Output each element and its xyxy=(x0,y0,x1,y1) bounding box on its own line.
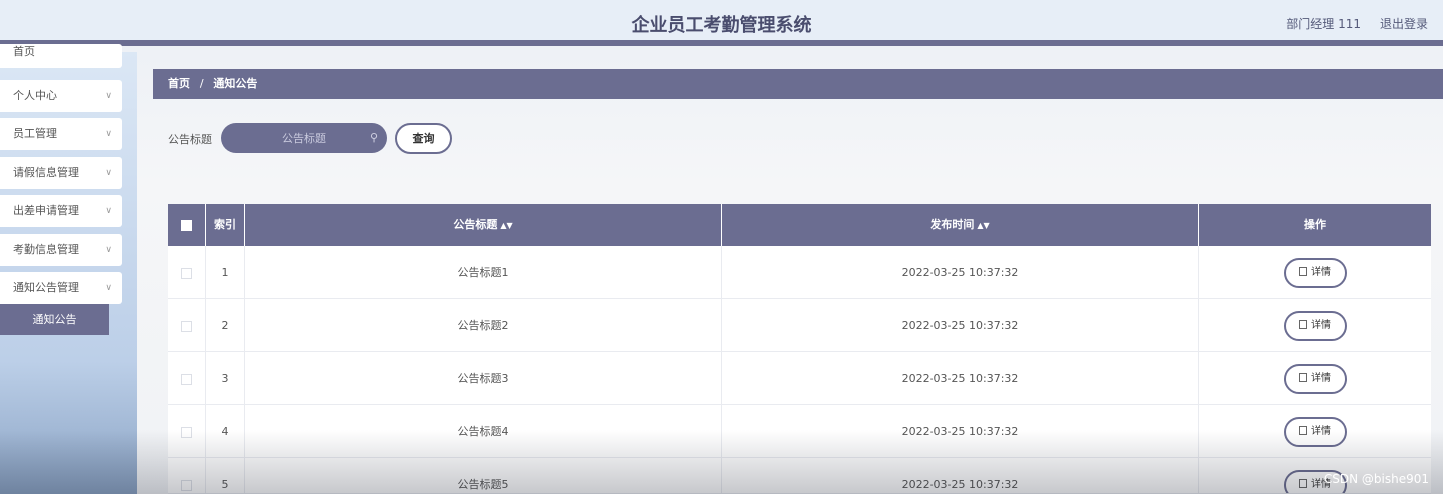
row-time: 2022-03-25 10:37:32 xyxy=(722,246,1199,299)
column-header-action: 操作 xyxy=(1304,218,1326,231)
detail-button[interactable]: 详情 xyxy=(1283,258,1347,288)
row-index: 3 xyxy=(206,352,245,405)
breadcrumb-home[interactable]: 首页 xyxy=(168,77,190,90)
table-row: 4 公告标题4 2022-03-25 10:37:32 详情 xyxy=(168,405,1431,458)
sidebar-item-label: 个人中心 xyxy=(13,89,57,102)
sidebar-item-label: 员工管理 xyxy=(13,127,57,140)
row-checkbox[interactable] xyxy=(181,479,192,491)
watermark: CSDN @bishe901 xyxy=(1323,472,1429,486)
row-index: 5 xyxy=(206,458,245,493)
column-header-time[interactable]: 发布时间 ▲▼ xyxy=(722,204,1199,246)
chevron-down-icon: ∨ xyxy=(105,129,112,139)
select-all-cell xyxy=(168,204,206,246)
sidebar: 首页 个人中心 ∨ 员工管理 ∨ 请假信息管理 ∨ 出差申请管理 ∨ 考勤信息管… xyxy=(0,44,137,494)
sidebar-item-personal-center[interactable]: 个人中心 ∨ xyxy=(0,80,122,112)
row-checkbox[interactable] xyxy=(181,426,192,438)
document-icon xyxy=(1299,373,1307,382)
document-icon xyxy=(1299,320,1307,329)
detail-button-label: 详情 xyxy=(1311,267,1331,278)
sidebar-item-home[interactable]: 首页 xyxy=(0,44,122,68)
row-title: 公告标题3 xyxy=(245,352,722,405)
search-field[interactable]: ⚲ xyxy=(221,123,387,153)
row-time: 2022-03-25 10:37:32 xyxy=(722,299,1199,352)
row-time: 2022-03-25 10:37:32 xyxy=(722,405,1199,458)
detail-button[interactable]: 详情 xyxy=(1283,364,1347,394)
chevron-down-icon: ∨ xyxy=(105,91,112,101)
sidebar-subitem-notice[interactable]: 通知公告 xyxy=(0,304,109,335)
row-time: 2022-03-25 10:37:32 xyxy=(722,352,1199,405)
sidebar-item-label: 通知公告管理 xyxy=(13,281,79,294)
column-header-title[interactable]: 公告标题 ▲▼ xyxy=(245,204,722,246)
document-icon xyxy=(1299,267,1307,276)
breadcrumb-current: 通知公告 xyxy=(213,77,258,90)
sidebar-item-label: 考勤信息管理 xyxy=(13,243,79,256)
row-title: 公告标题1 xyxy=(245,246,722,299)
current-user: 部门经理 111 xyxy=(1286,17,1361,31)
row-index: 2 xyxy=(206,299,245,352)
sidebar-item-business-trip-management[interactable]: 出差申请管理 ∨ xyxy=(0,195,122,227)
app-title: 企业员工考勤管理系统 xyxy=(631,15,812,36)
detail-button-label: 详情 xyxy=(1311,373,1331,384)
column-header-index: 索引 xyxy=(206,204,245,246)
sidebar-item-label: 请假信息管理 xyxy=(13,166,79,179)
search-icon: ⚲ xyxy=(369,131,378,144)
main-content: 首页 / 通知公告 公告标题 ⚲ 查询 索引 公告标题▲▼ 发布时间▲▼ 操作 … xyxy=(137,52,1443,494)
sidebar-item-employee-management[interactable]: 员工管理 ∨ xyxy=(0,118,122,150)
search-label: 公告标题 xyxy=(168,133,212,146)
detail-button[interactable]: 详情 xyxy=(1283,417,1347,447)
table-row: 2 公告标题2 2022-03-25 10:37:32 详情 xyxy=(168,299,1431,352)
sidebar-item-leave-management[interactable]: 请假信息管理 ∨ xyxy=(0,157,122,189)
column-header-title-label: 公告标题 xyxy=(453,218,498,231)
breadcrumb: 首页 / 通知公告 xyxy=(153,69,1443,99)
breadcrumb-separator: / xyxy=(199,77,204,90)
top-bar: 企业员工考勤管理系统 部门经理 111 退出登录 xyxy=(0,0,1443,46)
chevron-down-icon: ∨ xyxy=(105,283,112,293)
select-all-checkbox[interactable] xyxy=(181,219,192,231)
sidebar-item-label: 出差申请管理 xyxy=(13,204,79,217)
row-time: 2022-03-25 10:37:32 xyxy=(722,458,1199,493)
row-checkbox[interactable] xyxy=(181,320,192,332)
chevron-down-icon: ∨ xyxy=(105,206,112,216)
sort-icon[interactable]: ▲▼ xyxy=(977,221,989,230)
document-icon xyxy=(1299,479,1307,488)
column-header-time-label: 发布时间 xyxy=(930,218,975,231)
chevron-down-icon: ∨ xyxy=(105,168,112,178)
row-title: 公告标题2 xyxy=(245,299,722,352)
row-title: 公告标题5 xyxy=(245,458,722,493)
logout-link[interactable]: 退出登录 xyxy=(1380,15,1428,32)
sidebar-item-label: 首页 xyxy=(13,45,35,58)
query-button[interactable]: 查询 xyxy=(395,123,452,154)
document-icon xyxy=(1299,426,1307,435)
search-input[interactable] xyxy=(221,123,387,153)
detail-button[interactable]: 详情 xyxy=(1283,311,1347,341)
row-title: 公告标题4 xyxy=(245,405,722,458)
sort-icon[interactable]: ▲▼ xyxy=(500,221,512,230)
table-row: 3 公告标题3 2022-03-25 10:37:32 详情 xyxy=(168,352,1431,405)
row-index: 4 xyxy=(206,405,245,458)
row-checkbox[interactable] xyxy=(181,267,192,279)
table-header: 索引 公告标题 ▲▼ 发布时间 ▲▼ 操作 xyxy=(168,204,1431,246)
row-checkbox[interactable] xyxy=(181,373,192,385)
chevron-down-icon: ∨ xyxy=(105,245,112,255)
sidebar-item-notice-management[interactable]: 通知公告管理 ∨ xyxy=(0,272,122,304)
detail-button-label: 详情 xyxy=(1311,426,1331,437)
detail-button-label: 详情 xyxy=(1311,320,1331,331)
table-row: 1 公告标题1 2022-03-25 10:37:32 详情 xyxy=(168,246,1431,299)
table-row: 5 公告标题5 2022-03-25 10:37:32 详情 xyxy=(168,458,1431,494)
sidebar-item-attendance-management[interactable]: 考勤信息管理 ∨ xyxy=(0,234,122,266)
row-index: 1 xyxy=(206,246,245,299)
